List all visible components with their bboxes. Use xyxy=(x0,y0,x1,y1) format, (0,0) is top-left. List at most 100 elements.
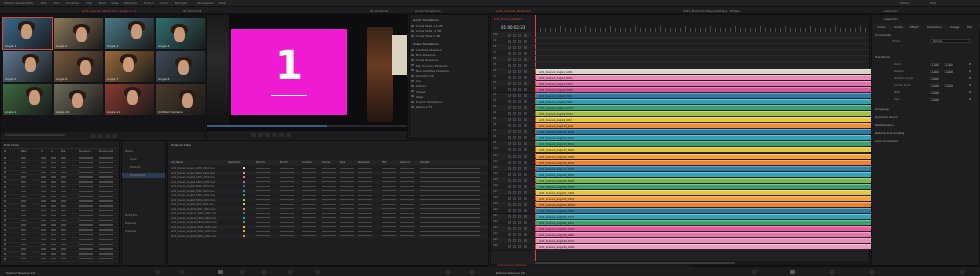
bin-item[interactable]: Audio xyxy=(122,157,165,162)
media-pool-column-header[interactable]: FPS xyxy=(382,161,386,164)
bottom-timeline-tab[interactable]: Act1_Scene1_Multicam xyxy=(498,264,527,267)
track-monitor-icon[interactable] xyxy=(524,148,527,152)
bin-item[interactable]: Multicam xyxy=(122,165,165,170)
effect-item[interactable]: Additive Dissolve xyxy=(411,48,442,52)
media-pool-column-header[interactable]: Resolution xyxy=(358,161,370,164)
multicam-angle[interactable]: Angle 8 xyxy=(156,51,205,82)
multicam-angle[interactable]: Angle 11 xyxy=(105,84,154,115)
track-solo-icon[interactable] xyxy=(513,178,516,182)
bin-item[interactable]: Smart Bins xyxy=(122,213,165,218)
timeline-clip[interactable]: Act1_Scene1_Angle24_X001 xyxy=(536,207,875,213)
edit-index-row[interactable] xyxy=(4,248,6,251)
timeline-clip[interactable]: Act1_Scene1_Angle30_AD01 xyxy=(536,244,875,250)
track-lock-icon[interactable] xyxy=(508,142,511,146)
multicam-angle[interactable]: Angle 1 xyxy=(2,17,53,50)
track-solo-icon[interactable] xyxy=(513,215,516,218)
track-lock-icon[interactable] xyxy=(508,148,511,152)
timeline-clip[interactable]: Act1_Scene1_Angle10_J001 xyxy=(536,123,875,129)
timeline-clip[interactable]: Act1_Scene1_Angle16_P001 xyxy=(536,159,875,165)
prev-frame-icon[interactable] xyxy=(251,133,256,137)
track-solo-icon[interactable] xyxy=(513,166,516,170)
track-mute-icon[interactable] xyxy=(518,221,521,225)
track-lock-icon[interactable] xyxy=(508,233,511,237)
stop-icon[interactable] xyxy=(98,133,103,138)
edit-index-row[interactable] xyxy=(4,176,6,179)
track-mute-icon[interactable] xyxy=(518,112,521,116)
section-stabilization[interactable]: Stabilization xyxy=(875,123,893,127)
track-monitor-icon[interactable] xyxy=(524,100,527,104)
timeline-clip[interactable]: Act1_Scene1_Angle11_K001 xyxy=(536,129,875,135)
track-mute-icon[interactable] xyxy=(518,148,521,152)
edit-page-icon[interactable] xyxy=(218,270,223,274)
track-lock-icon[interactable] xyxy=(508,166,511,170)
section-dynamic-zoom[interactable]: Dynamic Zoom xyxy=(875,115,898,119)
timeline-clip[interactable]: Act1_Scene1_Angle14_N001 xyxy=(536,147,875,153)
track-lock-icon[interactable] xyxy=(508,172,511,176)
play-icon[interactable] xyxy=(272,133,277,137)
timeline-clip[interactable]: Act1_Scene1_Angle22_V001 xyxy=(536,195,875,201)
track-monitor-icon[interactable] xyxy=(524,184,527,188)
track-monitor-icon[interactable] xyxy=(524,124,527,128)
workspace-edit-button[interactable]: Edit xyxy=(930,1,936,5)
timeline-clip[interactable]: Act1_Scene1_Angle6_F001 xyxy=(536,99,875,105)
edit-index-row[interactable] xyxy=(4,161,6,164)
track-solo-icon[interactable] xyxy=(513,39,516,43)
home-icon[interactable] xyxy=(445,270,450,274)
track-mute-icon[interactable] xyxy=(518,215,521,218)
menu-item-playback[interactable]: Playback xyxy=(124,1,137,5)
track-lock-icon[interactable] xyxy=(508,245,511,249)
edit-index-column-header[interactable]: C xyxy=(51,150,53,153)
track-monitor-icon[interactable] xyxy=(524,39,527,43)
effect-item[interactable]: Iris xyxy=(411,79,421,83)
timeline-clip[interactable]: Act1_Scene1_Angle17_Q001 xyxy=(536,165,875,171)
menu-item-help[interactable]: Help xyxy=(219,1,226,5)
program-scrubber[interactable] xyxy=(207,125,407,127)
track-mute-icon[interactable] xyxy=(518,75,521,79)
edit-index-row[interactable] xyxy=(4,238,6,241)
track-monitor-icon[interactable] xyxy=(524,221,527,225)
track-lock-icon[interactable] xyxy=(508,184,511,188)
multicam-angle[interactable]: Angle 6 xyxy=(54,51,103,82)
timeline-clip[interactable]: Act1_Scene1_Angle21_U001 xyxy=(536,189,875,195)
track-mute-icon[interactable] xyxy=(518,118,521,122)
track-mute-icon[interactable] xyxy=(518,245,521,249)
track-solo-icon[interactable] xyxy=(513,69,516,73)
track-mute-icon[interactable] xyxy=(518,172,521,176)
transform-x-input[interactable]: 0.000 xyxy=(930,97,939,102)
track-solo-icon[interactable] xyxy=(513,227,516,231)
track-solo-icon[interactable] xyxy=(513,208,516,212)
edit-index-row[interactable] xyxy=(4,209,6,212)
track-mute-icon[interactable] xyxy=(518,142,521,146)
track-solo-icon[interactable] xyxy=(513,87,516,91)
settings-icon-2[interactable] xyxy=(960,270,965,274)
track-mute-icon[interactable] xyxy=(518,130,521,134)
multicam-angle[interactable]: Angle 3 xyxy=(105,18,154,49)
section-composite[interactable]: Composite xyxy=(875,33,891,37)
menu-item-clip[interactable]: Clip xyxy=(86,1,92,5)
app-menu[interactable]: DaVinci Resolve xyxy=(4,1,28,5)
track-mute-icon[interactable] xyxy=(518,160,521,164)
track-solo-icon[interactable] xyxy=(513,160,516,164)
effect-item[interactable]: Smooth Cut xyxy=(411,74,434,78)
timeline-clip[interactable]: Act1_Scene1_Angle3_C001 xyxy=(536,80,875,86)
media-pool-column-header[interactable]: Audio Ch xyxy=(400,161,410,164)
track-lock-icon[interactable] xyxy=(508,81,511,85)
media-page-icon[interactable] xyxy=(155,270,160,274)
multicam-angle[interactable]: Angle 4 xyxy=(156,18,205,49)
menu-item-timeline[interactable]: Timeline xyxy=(66,1,79,5)
effect-item[interactable]: Shape xyxy=(411,90,425,94)
track-mute-icon[interactable] xyxy=(518,100,521,104)
track-mute-icon[interactable] xyxy=(518,196,521,200)
track-mute-icon[interactable] xyxy=(518,81,521,85)
transform-y-input[interactable]: 0.000 xyxy=(944,69,953,74)
track-mute-icon[interactable] xyxy=(518,124,521,128)
track-lock-icon[interactable] xyxy=(508,239,511,243)
inspector-tab-image[interactable]: Image xyxy=(950,25,959,29)
track-solo-icon[interactable] xyxy=(513,106,516,110)
track-lock-icon[interactable] xyxy=(508,69,511,73)
track-solo-icon[interactable] xyxy=(513,100,516,104)
timeline-name-label[interactable]: Act1_Scene1_Multicam xyxy=(496,9,531,13)
keyframe-icon[interactable] xyxy=(969,98,971,100)
edit-index-column-header[interactable]: V xyxy=(41,150,43,153)
cut-page-icon[interactable] xyxy=(180,270,185,274)
